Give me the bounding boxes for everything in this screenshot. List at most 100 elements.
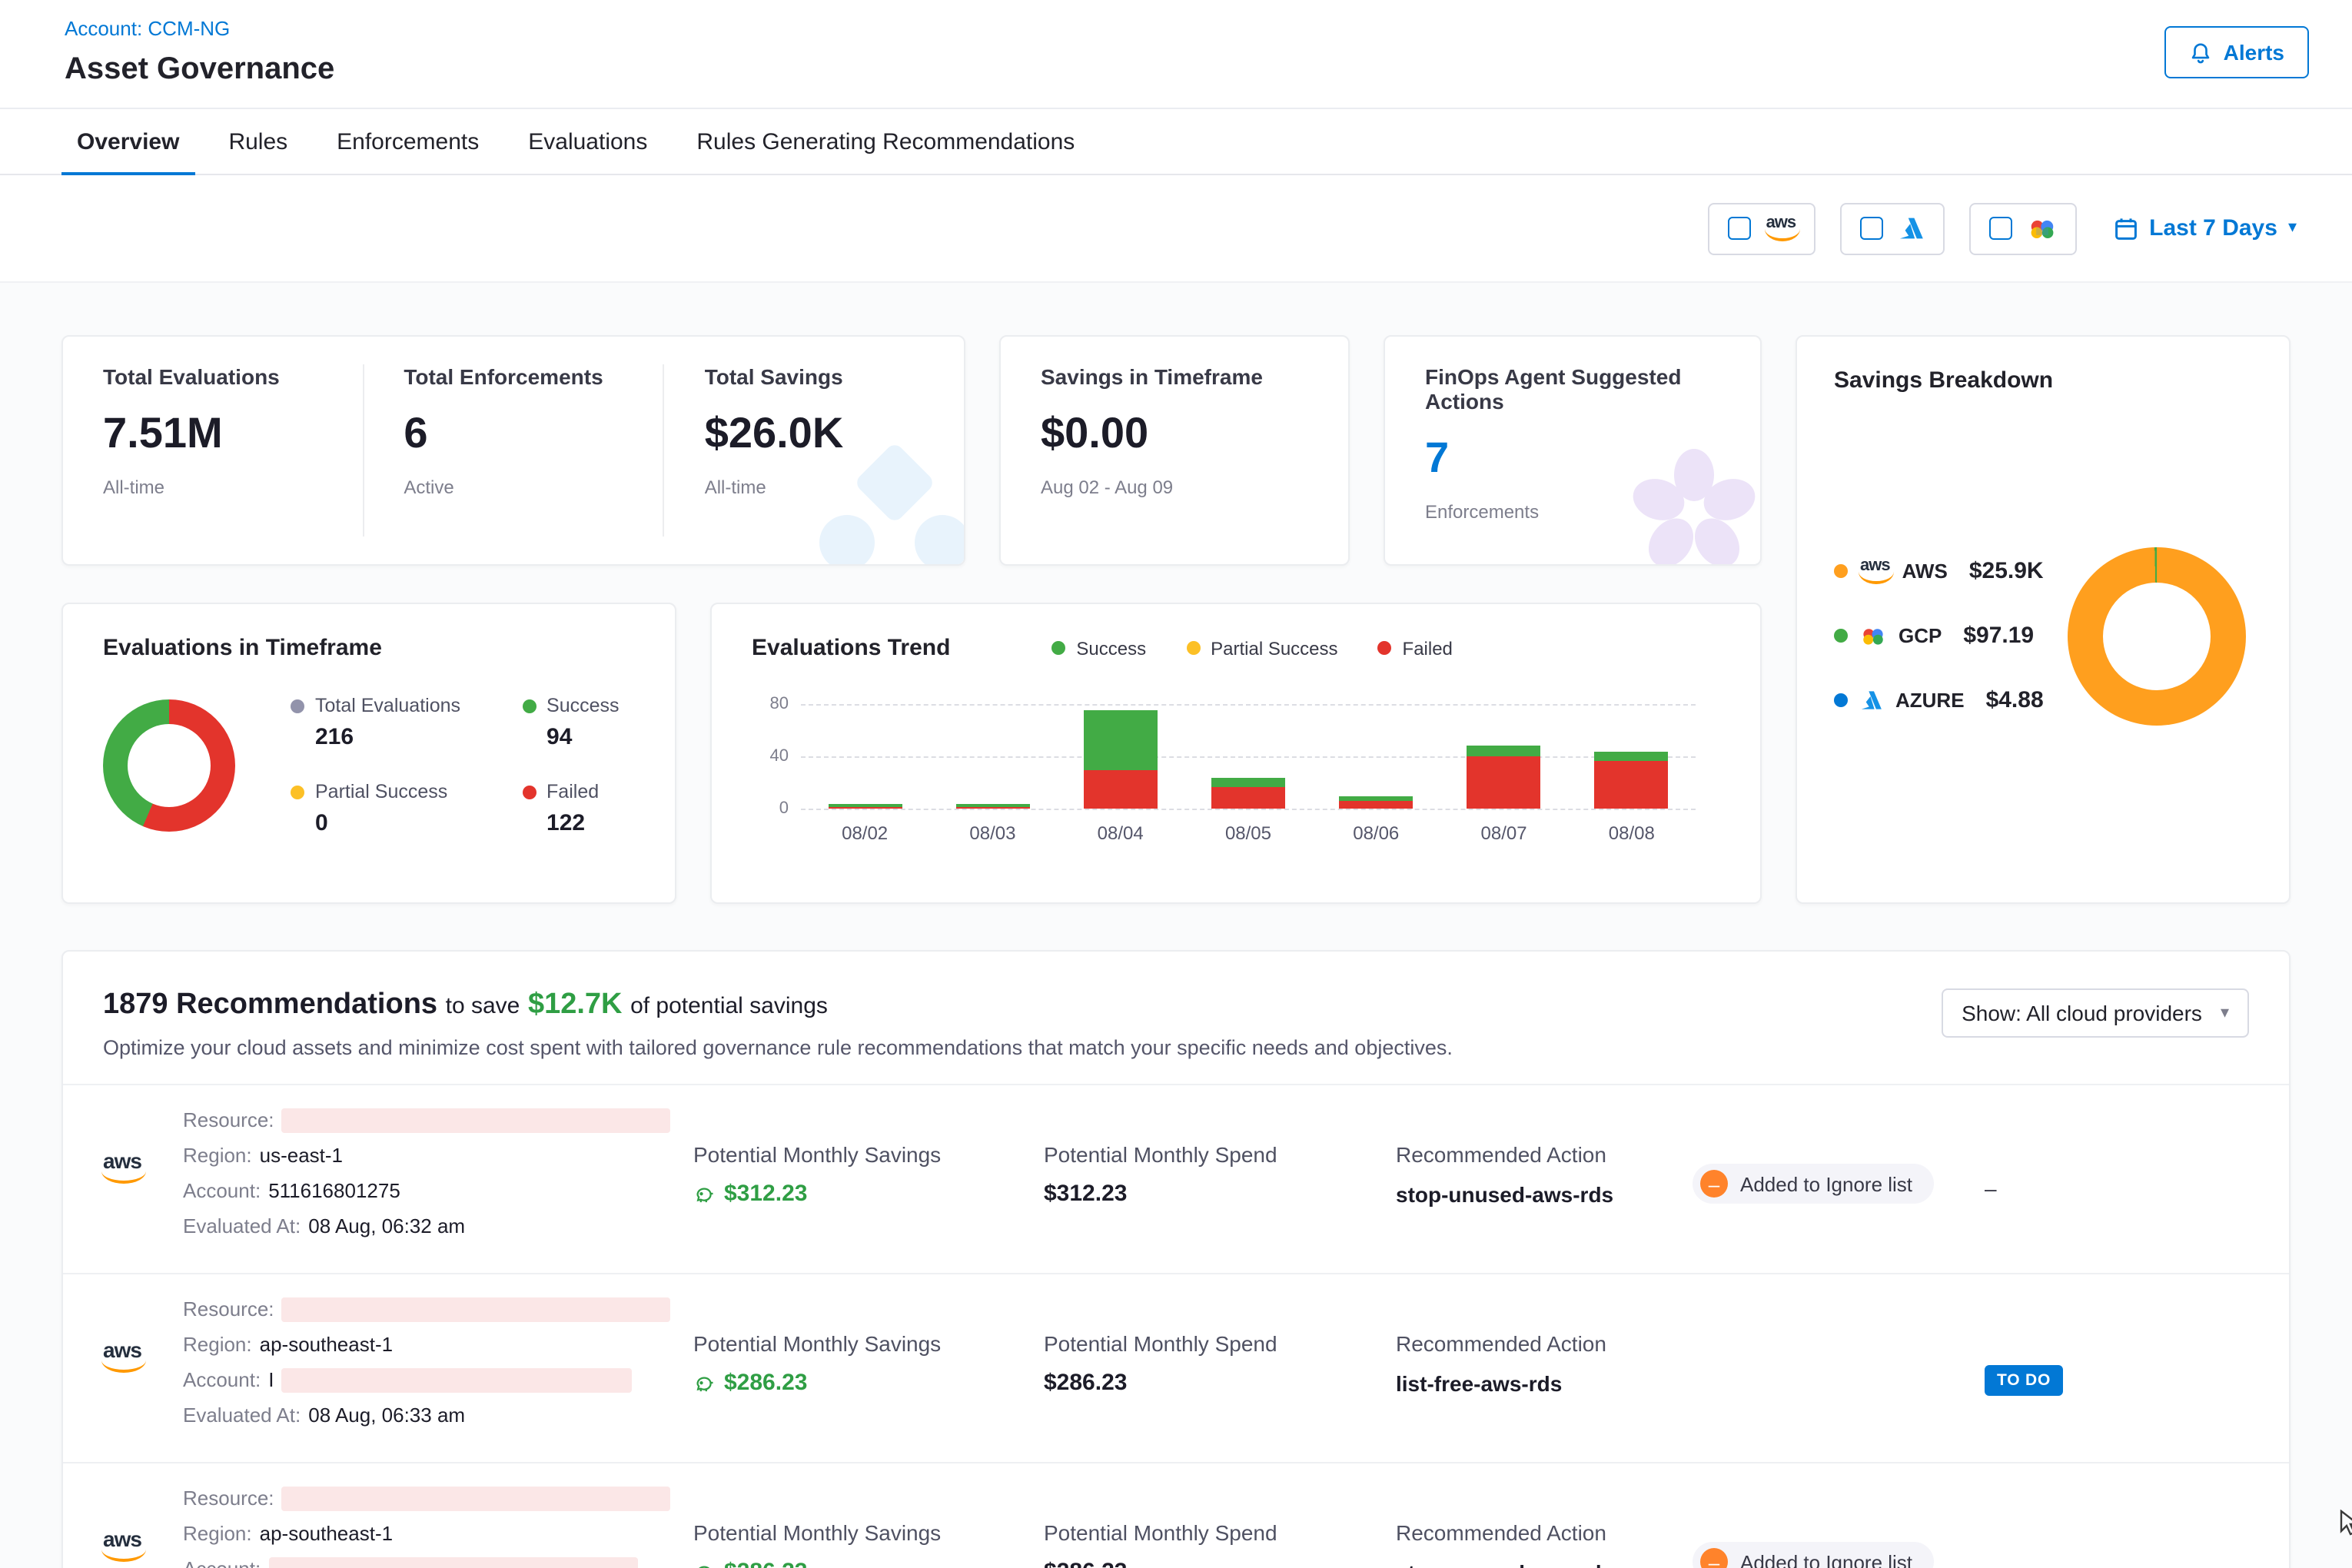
- provider-filter-aws[interactable]: aws: [1708, 202, 1816, 254]
- savings-value: $312.23: [724, 1181, 807, 1207]
- legend-label: Failed: [1403, 637, 1453, 659]
- trend-bar-08/03: 08/03: [955, 704, 1029, 809]
- account-label: Account:: [183, 1557, 261, 1568]
- column-label: Potential Monthly Savings: [693, 1331, 1044, 1356]
- page-header: Account: CCM-NG Asset Governance Alerts: [0, 0, 2352, 108]
- status-label: Added to Ignore list: [1740, 1550, 1912, 1568]
- gcp-icon: [1860, 625, 1886, 646]
- tab-rules-generating-recommendations[interactable]: Rules Generating Recommendations: [672, 109, 1099, 174]
- region-label: Region:: [183, 1144, 252, 1168]
- todo-badge: TO DO: [1985, 1365, 2063, 1396]
- legend-success: Success 94: [522, 695, 620, 750]
- legend-label: Failed: [546, 781, 599, 802]
- trend-bar-08/04: 08/04: [1084, 704, 1158, 809]
- evaluated-value: 08 Aug, 06:32 am: [308, 1214, 465, 1239]
- recommendation-row[interactable]: aws Resource: Region:ap-southeast-1 Acco…: [63, 1273, 2289, 1462]
- total-dot: [291, 699, 304, 713]
- recommendation-row[interactable]: aws Resource: Region:ap-southeast-1 Acco…: [63, 1462, 2289, 1568]
- card-title: Evaluations Trend: [752, 635, 950, 661]
- success-dot: [522, 699, 536, 713]
- account-label: Account:: [183, 1368, 261, 1393]
- spend-value: $286.23: [1044, 1559, 1396, 1568]
- evaluated-label: Evaluated At:: [183, 1214, 301, 1239]
- aws-icon: aws: [103, 1150, 141, 1184]
- trend-legend-failed: Failed: [1378, 637, 1453, 659]
- donut-hole: [2103, 582, 2211, 689]
- ignore-status-chip[interactable]: –Added to Ignore list: [1693, 1542, 1934, 1568]
- trend-bars: 08/0208/0308/0408/0508/0608/0708/08: [801, 704, 1696, 809]
- account-breadcrumb[interactable]: Account: CCM-NG: [65, 17, 230, 40]
- bar-segment-failed: [955, 807, 1029, 809]
- recommendations-subtitle: Optimize your cloud assets and minimize …: [103, 1036, 1453, 1059]
- bar-segment-success: [1211, 777, 1285, 788]
- account-value: 511616801275: [268, 1179, 400, 1204]
- tab-overview[interactable]: Overview: [52, 109, 204, 174]
- evaluated-value: 08 Aug, 06:33 am: [308, 1404, 465, 1428]
- x-tick-label: 08/04: [1098, 822, 1144, 844]
- stat-sub: All-time: [705, 477, 924, 498]
- evaluated-label: Evaluated At:: [183, 1404, 301, 1428]
- legend-label: Success: [546, 695, 620, 716]
- redacted-account: [268, 1557, 637, 1568]
- cloud-provider-select[interactable]: Show: All cloud providers ▾: [1942, 988, 2249, 1038]
- stat-value: 7.51M: [103, 409, 322, 458]
- resource-details: Resource: Region:ap-southeast-1 Account:…: [183, 1297, 693, 1439]
- gridline-0: [801, 809, 1696, 810]
- tab-evaluations[interactable]: Evaluations: [503, 109, 672, 174]
- recommendation-row[interactable]: aws Resource: Region:us-east-1 Account:5…: [63, 1084, 2289, 1273]
- provider-name: AWS: [1902, 560, 1948, 583]
- gcp-icon: [2028, 216, 2057, 241]
- account-value: I: [268, 1368, 274, 1393]
- ignore-status-chip[interactable]: –Added to Ignore list: [1693, 1164, 1934, 1204]
- provider-savings: $25.9K: [1969, 558, 2044, 584]
- aws-dot: [1834, 564, 1848, 578]
- bar-segment-failed: [1084, 769, 1158, 809]
- azure-checkbox[interactable]: [1860, 217, 1883, 240]
- failed-dot: [522, 785, 536, 799]
- provider-filter-azure[interactable]: [1840, 202, 1945, 254]
- page-title: Asset Governance: [65, 52, 334, 88]
- failed-dot: [1378, 641, 1392, 655]
- savings-column: Potential Monthly Savings $286.23: [693, 1487, 1044, 1568]
- legend-label: Success: [1076, 637, 1146, 659]
- stat-sub: Enforcements: [1425, 501, 1720, 523]
- bell-icon: [2190, 41, 2213, 64]
- resource-details: Resource: Region:ap-southeast-1 Account:…: [183, 1487, 693, 1568]
- gcp-checkbox[interactable]: [1989, 217, 2012, 240]
- recommendations-count: 1879 Recommendations: [103, 988, 437, 1021]
- partial-dot: [1186, 641, 1200, 655]
- alerts-button[interactable]: Alerts: [2165, 26, 2309, 78]
- savings-timeframe-card: Savings in Timeframe $0.00 Aug 02 - Aug …: [999, 335, 1350, 566]
- card-title: Evaluations in Timeframe: [103, 635, 635, 661]
- redacted-resource: [282, 1108, 671, 1133]
- main-content: Total Evaluations 7.51M All-time Total E…: [0, 283, 2352, 1568]
- aws-icon: aws: [103, 1339, 141, 1373]
- x-tick-label: 08/06: [1353, 822, 1399, 844]
- bar-segment-failed: [1339, 801, 1413, 809]
- alerts-label: Alerts: [2224, 40, 2284, 65]
- status-label: Added to Ignore list: [1740, 1172, 1912, 1195]
- azure-icon: [1899, 217, 1925, 240]
- provider-filter-gcp[interactable]: [1969, 202, 2077, 254]
- aws-checkbox[interactable]: [1728, 217, 1751, 240]
- recommendations-card: 1879 Recommendations to save $12.7K of p…: [61, 950, 2291, 1568]
- trend-bar-08/05: 08/05: [1211, 704, 1285, 809]
- trailing-cell: –: [1985, 1487, 2289, 1568]
- totals-card: Total Evaluations 7.51M All-time Total E…: [61, 335, 965, 566]
- piggy-bank-icon: [693, 1183, 715, 1204]
- tab-rules[interactable]: Rules: [204, 109, 312, 174]
- y-tick: 0: [779, 799, 789, 818]
- date-range-selector[interactable]: Last 7 Days ▾: [2114, 215, 2297, 241]
- x-tick-label: 08/07: [1481, 822, 1527, 844]
- stat-label: Total Evaluations: [103, 364, 322, 389]
- y-axis: 80 40 0: [752, 704, 801, 809]
- action-column: Recommended Action stop-unused-aws-rds: [1396, 1108, 1693, 1207]
- tab-enforcements[interactable]: Enforcements: [312, 109, 503, 174]
- select-value: Show: All cloud providers: [1962, 1001, 2202, 1025]
- azure-icon: [1860, 690, 1883, 710]
- spend-value: $286.23: [1044, 1370, 1396, 1396]
- column-label: Potential Monthly Spend: [1044, 1520, 1396, 1545]
- redacted-resource: [282, 1297, 671, 1322]
- legend-failed: Failed 122: [522, 781, 620, 836]
- stat-label: Savings in Timeframe: [1041, 364, 1308, 389]
